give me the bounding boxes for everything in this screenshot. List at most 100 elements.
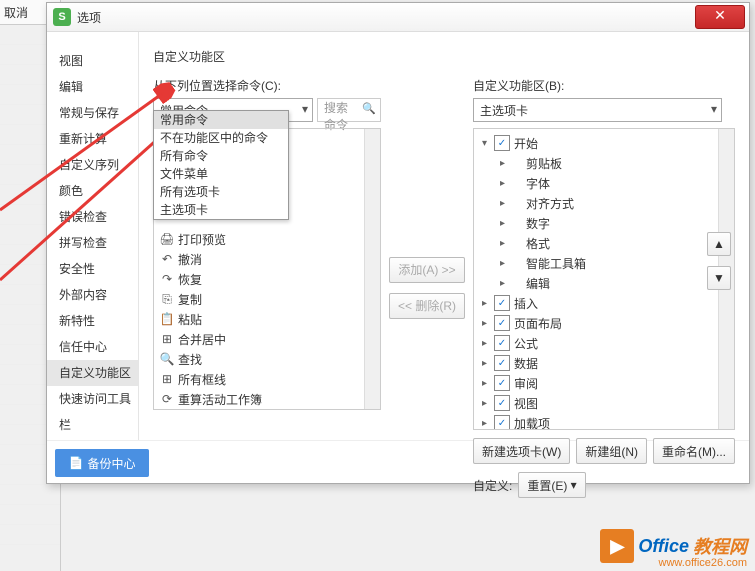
tree-node[interactable]: ▾✓开始 — [478, 133, 730, 153]
add-button[interactable]: 添加(A) >> — [389, 257, 464, 283]
checkbox[interactable]: ✓ — [494, 355, 510, 371]
section-title: 自定义功能区 — [153, 48, 735, 65]
watermark-url: www.office26.com — [659, 557, 747, 569]
expand-icon[interactable]: ▸ — [500, 238, 512, 249]
sidebar-item[interactable]: 自定义序列 — [47, 152, 138, 178]
command-item[interactable]: ⊞所有框线▸ — [154, 369, 380, 389]
tree-node[interactable]: ▸数字 — [478, 213, 730, 233]
command-item[interactable]: 📋粘贴▸ — [154, 309, 380, 329]
command-icon: ⎘ — [158, 292, 176, 307]
app-logo-icon: S — [53, 8, 71, 26]
dialog-title: 选项 — [77, 9, 695, 26]
options-dialog: S 选项 ✕ 视图编辑常规与保存重新计算自定义序列颜色错误检查拼写检查安全性外部… — [46, 2, 750, 484]
tree-node[interactable]: ▸✓数据 — [478, 353, 730, 373]
expand-icon[interactable]: ▸ — [482, 338, 494, 349]
sidebar-item[interactable]: 自定义功能区 — [47, 360, 138, 386]
sidebar-item[interactable]: 颜色 — [47, 178, 138, 204]
command-icon: 🖨 — [158, 232, 176, 246]
command-item[interactable]: ⎘复制 — [154, 289, 380, 309]
command-item[interactable]: ⟳重算活动工作簿 — [154, 389, 380, 409]
new-group-button[interactable]: 新建组(N) — [576, 438, 647, 464]
expand-icon[interactable]: ▸ — [500, 218, 512, 229]
ribbon-tree[interactable]: ▾✓开始▸剪贴板▸字体▸对齐方式▸数字▸格式▸智能工具箱▸编辑▸✓插入▸✓页面布… — [473, 128, 735, 430]
command-item[interactable]: 🔍查找 — [154, 349, 380, 369]
checkbox[interactable]: ✓ — [494, 295, 510, 311]
choose-commands-label: 从下列位置选择命令(C): — [153, 77, 381, 94]
command-item[interactable]: ↶撤消▸ — [154, 249, 380, 269]
dropdown-option[interactable]: 常用命令 — [154, 111, 288, 129]
sidebar-item[interactable]: 快速访问工具栏 — [47, 386, 138, 412]
checkbox[interactable]: ✓ — [494, 315, 510, 331]
expand-icon[interactable]: ▾ — [482, 138, 494, 149]
checkbox[interactable]: ✓ — [494, 135, 510, 151]
tree-node[interactable]: ▸对齐方式 — [478, 193, 730, 213]
command-item[interactable]: ✂剪切 — [154, 409, 380, 410]
expand-icon[interactable]: ▸ — [482, 318, 494, 329]
move-down-button[interactable]: ▼ — [707, 266, 731, 290]
expand-icon[interactable]: ▸ — [500, 198, 512, 209]
dropdown-option[interactable]: 所有命令 — [154, 147, 288, 165]
tree-node[interactable]: ▸字体 — [478, 173, 730, 193]
expand-icon[interactable]: ▸ — [500, 158, 512, 169]
new-tab-button[interactable]: 新建选项卡(W) — [473, 438, 570, 464]
search-commands-input[interactable]: 搜索命令 — [317, 98, 381, 122]
scrollbar[interactable] — [364, 129, 380, 409]
rename-button[interactable]: 重命名(M)... — [653, 438, 735, 464]
remove-button[interactable]: << 删除(R) — [389, 293, 465, 319]
expand-icon[interactable]: ▸ — [482, 398, 494, 409]
command-icon: ⟳ — [158, 392, 176, 406]
custom-label: 自定义: — [473, 477, 512, 494]
options-sidebar: 视图编辑常规与保存重新计算自定义序列颜色错误检查拼写检查安全性外部内容新特性信任… — [47, 32, 139, 440]
tree-node[interactable]: ▸智能工具箱 — [478, 253, 730, 273]
close-button[interactable]: ✕ — [695, 5, 745, 29]
expand-icon[interactable]: ▸ — [482, 378, 494, 389]
expand-icon[interactable]: ▸ — [500, 178, 512, 189]
expand-icon[interactable]: ▸ — [482, 418, 494, 429]
sidebar-item[interactable]: 安全性 — [47, 256, 138, 282]
watermark-icon: ▶ — [600, 529, 634, 563]
backup-center-button[interactable]: 📄 备份中心 — [55, 449, 149, 477]
sidebar-item[interactable]: 新特性 — [47, 308, 138, 334]
tree-node[interactable]: ▸✓加载项 — [478, 413, 730, 430]
tree-node[interactable]: ▸✓插入 — [478, 293, 730, 313]
tree-node[interactable]: ▸格式 — [478, 233, 730, 253]
sidebar-item[interactable]: 常规与保存 — [47, 100, 138, 126]
checkbox[interactable]: ✓ — [494, 335, 510, 351]
command-icon: 🔍 — [158, 352, 176, 366]
expand-icon[interactable]: ▸ — [500, 278, 512, 289]
dropdown-option[interactable]: 所有选项卡 — [154, 183, 288, 201]
checkbox[interactable]: ✓ — [494, 395, 510, 411]
dropdown-option[interactable]: 主选项卡 — [154, 201, 288, 219]
command-item[interactable]: 🖨打印预览 — [154, 229, 380, 249]
sidebar-item[interactable]: 错误检查 — [47, 204, 138, 230]
tree-node[interactable]: ▸✓审阅 — [478, 373, 730, 393]
move-up-button[interactable]: ▲ — [707, 232, 731, 256]
checkbox[interactable]: ✓ — [494, 415, 510, 430]
dropdown-option[interactable]: 不在功能区中的命令 — [154, 129, 288, 147]
sidebar-item[interactable]: 拼写检查 — [47, 230, 138, 256]
expand-icon[interactable]: ▸ — [482, 358, 494, 369]
command-icon: ↷ — [158, 272, 176, 286]
tree-node[interactable]: ▸编辑 — [478, 273, 730, 293]
command-icon: ⊞ — [158, 372, 176, 386]
command-icon: ↶ — [158, 252, 176, 266]
commands-source-dropdown: 常用命令不在功能区中的命令所有命令文件菜单所有选项卡主选项卡 — [153, 110, 289, 220]
sidebar-item[interactable]: 编辑 — [47, 74, 138, 100]
dropdown-option[interactable]: 文件菜单 — [154, 165, 288, 183]
sidebar-item[interactable]: 信任中心 — [47, 334, 138, 360]
tree-node[interactable]: ▸剪贴板 — [478, 153, 730, 173]
expand-icon[interactable]: ▸ — [482, 298, 494, 309]
sidebar-item[interactable]: 视图 — [47, 48, 138, 74]
command-icon: ⊞ — [158, 332, 176, 346]
tree-node[interactable]: ▸✓视图 — [478, 393, 730, 413]
sidebar-item[interactable]: 外部内容 — [47, 282, 138, 308]
ribbon-tabs-combo[interactable]: 主选项卡 — [473, 98, 722, 122]
command-item[interactable]: ⊞合并居中▸ — [154, 329, 380, 349]
tree-node[interactable]: ▸✓公式 — [478, 333, 730, 353]
expand-icon[interactable]: ▸ — [500, 258, 512, 269]
checkbox[interactable]: ✓ — [494, 375, 510, 391]
command-item[interactable]: ↷恢复▸ — [154, 269, 380, 289]
sidebar-item[interactable]: 重新计算 — [47, 126, 138, 152]
reset-button[interactable]: 重置(E) ▾ — [518, 472, 585, 498]
tree-node[interactable]: ▸✓页面布局 — [478, 313, 730, 333]
